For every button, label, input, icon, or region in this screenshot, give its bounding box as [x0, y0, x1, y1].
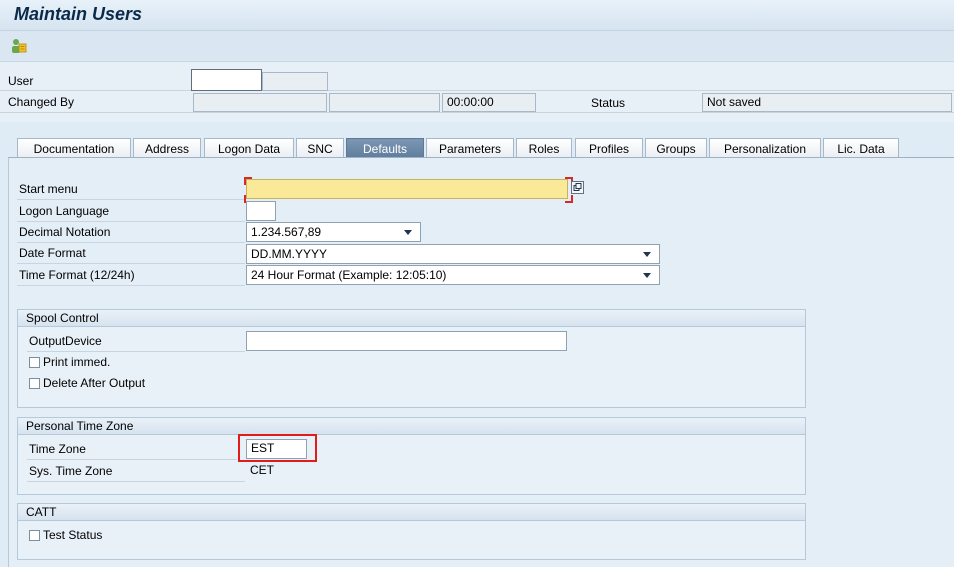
catt-group: CATT — [17, 503, 806, 560]
delete-after-output-checkbox[interactable] — [29, 378, 40, 389]
divider — [17, 199, 245, 200]
logon-language-label: Logon Language — [19, 204, 110, 218]
tab-profiles[interactable]: Profiles — [575, 138, 643, 158]
divider — [27, 481, 245, 482]
start-menu-input[interactable] — [246, 179, 568, 199]
print-immed-checkbox[interactable] — [29, 357, 40, 368]
changed-by-date-field — [329, 93, 440, 112]
time-format-dropdown[interactable]: 24 Hour Format (Example: 12:05:10) — [246, 265, 660, 285]
changed-by-label: Changed By — [8, 95, 75, 109]
header-area — [0, 62, 954, 122]
chevron-down-icon — [643, 273, 651, 278]
personal-time-zone-title: Personal Time Zone — [18, 418, 805, 435]
tab-address[interactable]: Address — [133, 138, 201, 158]
personal-time-zone-group: Personal Time Zone — [17, 417, 806, 495]
tab-defaults[interactable]: Defaults — [346, 138, 424, 158]
user-input[interactable] — [191, 69, 262, 91]
time-format-label: Time Format (12/24h) — [19, 268, 135, 282]
start-menu-label: Start menu — [19, 182, 78, 196]
spool-control-group: Spool Control — [17, 309, 806, 408]
tab-snc[interactable]: SNC — [296, 138, 344, 158]
divider — [0, 112, 954, 113]
test-status-label: Test Status — [43, 528, 103, 542]
date-format-label: Date Format — [19, 246, 86, 260]
window-title: Maintain Users — [14, 4, 143, 24]
changed-by-field — [193, 93, 327, 112]
delete-after-output-label: Delete After Output — [43, 376, 146, 390]
divider — [17, 285, 245, 286]
time-format-value: 24 Hour Format (Example: 12:05:10) — [251, 268, 447, 282]
tab-groups[interactable]: Groups — [645, 138, 707, 158]
chevron-down-icon — [643, 252, 651, 257]
sys-time-zone-label: Sys. Time Zone — [29, 464, 113, 478]
tab-parameters[interactable]: Parameters — [426, 138, 514, 158]
decimal-notation-label: Decimal Notation — [19, 225, 111, 239]
value-help-icon[interactable] — [571, 181, 584, 194]
tab-logon-data[interactable]: Logon Data — [204, 138, 294, 158]
chevron-down-icon — [404, 230, 412, 235]
divider — [0, 90, 954, 91]
user-name-field — [262, 72, 328, 91]
decimal-notation-value: 1.234.567,89 — [251, 225, 322, 239]
user-label: User — [8, 74, 34, 88]
catt-title: CATT — [18, 504, 805, 521]
required-marker — [565, 195, 573, 203]
status-field: Not saved — [702, 93, 952, 112]
output-device-label: OutputDevice — [29, 334, 102, 348]
tab-documentation[interactable]: Documentation — [17, 138, 131, 158]
logon-language-input[interactable] — [246, 201, 276, 221]
divider — [27, 459, 237, 460]
application-toolbar — [0, 31, 954, 62]
date-format-value: DD.MM.YYYY — [251, 247, 328, 261]
spool-control-title: Spool Control — [18, 310, 805, 327]
title-bar — [0, 0, 954, 31]
tab-personalization[interactable]: Personalization — [709, 138, 821, 158]
divider — [17, 263, 245, 264]
output-device-input[interactable] — [246, 331, 567, 351]
user-edit-icon[interactable] — [10, 38, 28, 54]
divider — [17, 242, 245, 243]
time-zone-input[interactable]: EST — [246, 439, 307, 459]
tab-lic-data[interactable]: Lic. Data — [823, 138, 899, 158]
date-format-dropdown[interactable]: DD.MM.YYYY — [246, 244, 660, 264]
changed-by-time-field: 00:00:00 — [442, 93, 536, 112]
sys-time-zone-value: CET — [250, 463, 274, 477]
print-immed-label: Print immed. — [43, 355, 111, 369]
status-label: Status — [591, 96, 626, 110]
required-marker — [244, 177, 252, 185]
divider — [17, 221, 245, 222]
tab-roles[interactable]: Roles — [516, 138, 572, 158]
divider — [27, 351, 245, 352]
tab-strip: Documentation Address Logon Data SNC Def… — [0, 134, 954, 158]
test-status-checkbox[interactable] — [29, 530, 40, 541]
time-zone-label: Time Zone — [29, 442, 86, 456]
decimal-notation-dropdown[interactable]: 1.234.567,89 — [246, 222, 421, 242]
